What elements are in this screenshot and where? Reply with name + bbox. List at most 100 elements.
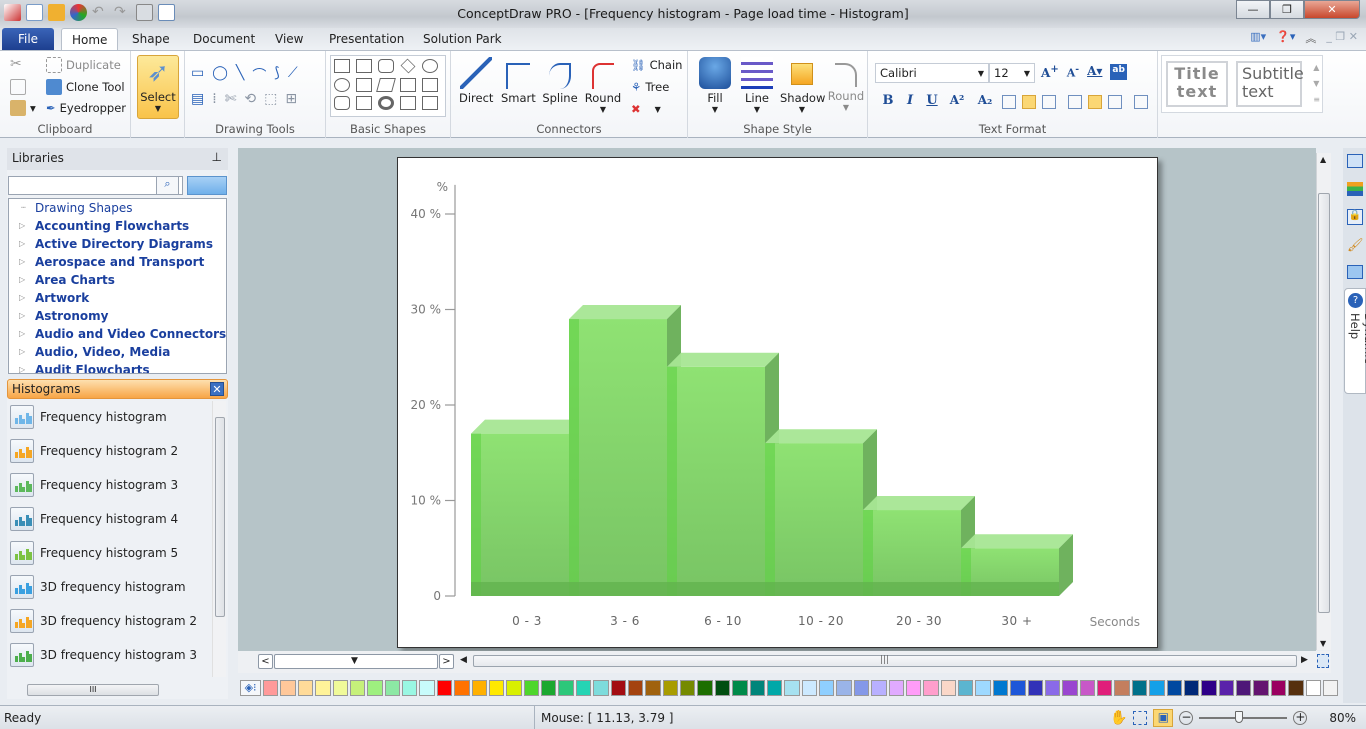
palette-color-swatch[interactable] [1305, 680, 1321, 696]
dynamic-help-tab[interactable]: ? Dynamic Help [1344, 288, 1366, 394]
palette-color-swatch[interactable] [1253, 680, 1269, 696]
round-connector-button[interactable]: Round ▼ [583, 57, 623, 114]
palette-color-swatch[interactable] [836, 680, 852, 696]
palette-color-swatch[interactable] [593, 680, 609, 696]
text-box-button[interactable] [1134, 95, 1148, 109]
zoom-area-icon[interactable] [1133, 711, 1148, 725]
page-selector[interactable]: ▼ [274, 654, 438, 669]
palette-color-swatch[interactable] [1218, 680, 1235, 696]
library-item[interactable]: Artwork [9, 289, 226, 307]
underline-button[interactable]: U [924, 93, 940, 111]
palette-color-swatch[interactable] [992, 680, 1009, 696]
palette-color-swatch[interactable] [1322, 680, 1339, 696]
palette-color-swatch[interactable] [506, 680, 522, 696]
palette-color-swatch[interactable] [749, 680, 765, 696]
align-right-button[interactable] [1042, 95, 1056, 109]
palette-color-swatch[interactable] [1131, 680, 1148, 696]
scroll-thumb[interactable] [1318, 193, 1330, 613]
collapse-ribbon-icon[interactable]: ︽ [1305, 30, 1316, 46]
trapezoid-shape-icon[interactable] [356, 59, 372, 73]
cut-button[interactable]: ✂ [10, 56, 22, 72]
palette-color-swatch[interactable] [610, 680, 626, 696]
palette-color-swatch[interactable] [1270, 680, 1287, 696]
palette-color-swatch[interactable] [819, 680, 835, 696]
library-item[interactable]: Aerospace and Transport [9, 253, 226, 271]
rectangle-tool-icon[interactable]: ▭ [191, 65, 204, 85]
library-hscrollbar[interactable]: III [7, 683, 207, 697]
palette-color-swatch[interactable] [384, 680, 401, 696]
palette-color-swatch[interactable] [1062, 680, 1078, 696]
tab-document[interactable]: Document [183, 28, 265, 50]
histogram-library-item[interactable]: Frequency histogram 5 [10, 539, 178, 567]
tab-home[interactable]: Home [61, 28, 119, 50]
palette-color-swatch[interactable] [541, 680, 557, 696]
ellipse-tool-icon[interactable]: ◯ [212, 65, 228, 85]
grow-font-icon[interactable]: A+ [1041, 64, 1059, 80]
palette-color-swatch[interactable] [575, 680, 592, 696]
line-button[interactable]: Line ▼ [740, 57, 774, 114]
histogram-library-item[interactable]: Frequency histogram 4 [10, 505, 178, 533]
zoom-shape-icon[interactable]: ⬚ [264, 91, 277, 107]
tab-solution-park[interactable]: Solution Park [413, 28, 512, 50]
palette-color-swatch[interactable] [975, 680, 991, 696]
tab-file[interactable]: File [2, 28, 54, 50]
palette-color-swatch[interactable] [402, 680, 418, 696]
palette-color-swatch[interactable] [940, 680, 957, 696]
palette-color-swatch[interactable] [801, 680, 818, 696]
histogram-library-item[interactable]: 3D frequency histogram 2 [10, 607, 197, 635]
rotate-icon[interactable]: ⟲ [244, 91, 256, 107]
histogram-library-item[interactable]: 3D frequency histogram 3 [10, 641, 197, 669]
library-item[interactable]: Drawing Shapes [9, 199, 226, 217]
histogram-library-item[interactable]: Frequency histogram 2 [10, 437, 178, 465]
palette-color-swatch[interactable] [1166, 680, 1182, 696]
histogram-chart[interactable]: % 0 10 % 20 % 30 % 40 % 0 - 3 3 - 6 6 - 10 10 - 2… [398, 158, 1159, 649]
next-page-button[interactable]: > [439, 654, 454, 669]
palette-color-swatch[interactable] [958, 680, 974, 696]
histogram-library-item[interactable]: 3D frequency histogram [10, 573, 186, 601]
arrow-shape-icon[interactable] [400, 96, 416, 111]
palette-color-swatch[interactable] [680, 680, 696, 696]
hexagon-shape-icon[interactable] [422, 77, 438, 92]
tab-view[interactable]: View [265, 28, 313, 50]
cube-shape-icon[interactable] [356, 96, 372, 111]
palette-color-swatch[interactable] [888, 680, 904, 696]
library-item[interactable]: Audit Flowcharts [9, 361, 226, 373]
clone-tool-button[interactable]: Clone Tool [46, 79, 125, 95]
histogram-library-item[interactable]: Frequency histogram [10, 403, 167, 431]
zoom-slider-thumb[interactable] [1235, 711, 1244, 723]
tab-presentation[interactable]: Presentation [319, 28, 414, 50]
library-item[interactable]: Accounting Flowcharts [9, 217, 226, 235]
layers-icon[interactable] [1347, 182, 1363, 196]
basic-shapes-gallery[interactable] [330, 55, 446, 117]
palette-color-swatch[interactable] [1027, 680, 1043, 696]
arc-tool-icon[interactable]: ⌒ [252, 65, 266, 85]
highlight-icon[interactable]: ab [1110, 64, 1127, 80]
canvas-horizontal-scrollbar[interactable]: ||| [473, 655, 1297, 667]
palette-color-swatch[interactable] [1010, 680, 1026, 696]
styles-scroll[interactable]: ▲ ▼ ≡ [1313, 60, 1320, 108]
align-middle-button[interactable] [1088, 95, 1102, 109]
palette-color-swatch[interactable] [1183, 680, 1200, 696]
parallelogram-shape-icon[interactable] [376, 77, 396, 92]
palette-color-swatch[interactable] [662, 680, 679, 696]
bezier-tool-icon[interactable]: ⟆ [274, 65, 279, 85]
align-center-button[interactable] [1022, 95, 1036, 109]
behaviour-lock-icon[interactable]: 🔒 [1347, 209, 1363, 225]
fit-page-icon[interactable] [1317, 654, 1329, 668]
minimize-button[interactable]: — [1236, 0, 1270, 19]
palette-color-swatch[interactable] [923, 680, 939, 696]
rounded-rect-shape-icon[interactable] [378, 59, 394, 73]
superscript-button[interactable]: A² [946, 93, 968, 111]
zoom-slider[interactable] [1199, 711, 1288, 723]
palette-color-swatch[interactable] [523, 680, 540, 696]
scroll-thumb[interactable]: III [27, 684, 159, 696]
scroll-left-icon[interactable]: ◀ [460, 655, 467, 665]
align-top-button[interactable] [1068, 95, 1082, 109]
palette-color-swatch[interactable] [280, 680, 296, 696]
palette-color-swatch[interactable] [315, 680, 331, 696]
library-item[interactable]: Audio, Video, Media [9, 343, 226, 361]
palette-color-swatch[interactable] [714, 680, 731, 696]
diamond-shape-icon[interactable] [400, 58, 416, 74]
palette-color-swatch[interactable] [1236, 680, 1252, 696]
library-item[interactable]: Audio and Video Connectors [9, 325, 226, 343]
